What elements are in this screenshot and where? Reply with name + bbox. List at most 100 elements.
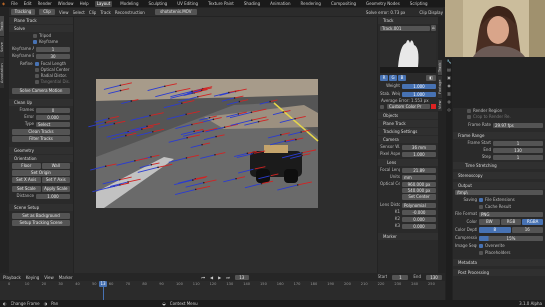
keyframe-checkbox[interactable]: Keyframe: [33, 39, 70, 45]
track-name-field[interactable]: Track.001: [380, 25, 430, 31]
track-marker[interactable]: [223, 126, 226, 128]
focal-length-field[interactable]: 21.89: [402, 167, 436, 173]
track-marker[interactable]: [296, 184, 299, 186]
track-marker[interactable]: [134, 159, 136, 162]
radial-check-icon[interactable]: [34, 74, 39, 78]
file-ext-check-icon[interactable]: [479, 198, 483, 202]
channel-r-button[interactable]: R: [380, 75, 388, 81]
solve-camera-motion-button[interactable]: Solve Camera Motion: [12, 88, 70, 94]
track-marker[interactable]: [282, 111, 285, 113]
track-marker[interactable]: [191, 90, 193, 93]
track-marker[interactable]: [301, 152, 303, 154]
track-marker[interactable]: [260, 182, 263, 185]
custom-color-dropdown[interactable]: Custom Color Pr: [387, 104, 430, 109]
track-marker[interactable]: [127, 181, 129, 183]
pixel-aspect-field[interactable]: 1.000: [402, 151, 436, 157]
set-origin-button[interactable]: Set Origin: [12, 170, 70, 176]
workspace-tab-scripting[interactable]: Scripting: [408, 1, 430, 7]
timeline-menu-view[interactable]: View: [44, 275, 54, 280]
optical-center-y-field[interactable]: 540.000 px: [402, 188, 436, 193]
track-marker[interactable]: [113, 122, 116, 125]
track-marker[interactable]: [104, 121, 107, 124]
track-marker[interactable]: [202, 130, 204, 133]
file-extensions-checkbox[interactable]: File Extensions: [479, 197, 515, 203]
keyframe-b-field[interactable]: 30: [36, 53, 70, 59]
overwrite-checkbox[interactable]: Overwrite: [479, 243, 505, 249]
tracking-settings-section[interactable]: Tracking Settings: [378, 128, 438, 135]
tab-track[interactable]: Track: [0, 16, 4, 36]
time-stretching-section[interactable]: Time Stretching: [453, 162, 545, 169]
units-dropdown[interactable]: mm: [402, 174, 436, 180]
track-marker[interactable]: [269, 100, 271, 103]
track-marker[interactable]: [280, 133, 282, 136]
track-marker[interactable]: [125, 134, 127, 137]
workspace-tab-modeling[interactable]: Modeling: [118, 1, 140, 7]
stab-weight-slider[interactable]: 1.000: [402, 91, 436, 97]
menu-help[interactable]: Help: [80, 1, 89, 6]
distance-field[interactable]: 1.000: [36, 193, 70, 199]
lock-icon[interactable]: ⌂: [431, 25, 436, 31]
track-marker[interactable]: [130, 100, 133, 102]
orientation-section[interactable]: Orientation: [9, 155, 73, 162]
apply-scale-button[interactable]: Apply Scale: [41, 186, 70, 192]
keyframe-check-icon[interactable]: [33, 40, 37, 44]
set-x-axis-button[interactable]: Set X Axis: [12, 177, 41, 183]
track-marker[interactable]: [295, 138, 297, 141]
timeline-menu-keying[interactable]: Keying: [26, 275, 39, 280]
metadata-section[interactable]: Metadata: [453, 259, 545, 266]
objects-section[interactable]: Objects: [378, 112, 438, 119]
track-marker[interactable]: [150, 156, 152, 158]
tab-view[interactable]: View: [438, 99, 442, 111]
track-marker[interactable]: [235, 177, 237, 180]
color-rgba-button[interactable]: RGBA: [522, 219, 544, 225]
clip-display-popover[interactable]: Clip Display: [419, 10, 443, 15]
frame-end-field[interactable]: 130: [493, 147, 543, 153]
start-frame-field[interactable]: 1: [392, 274, 409, 280]
timeline-menu-playback[interactable]: Playback: [3, 275, 21, 280]
placeholders-check-icon[interactable]: [479, 251, 483, 255]
set-y-axis-button[interactable]: Set Y Axis: [41, 177, 70, 183]
menu-file[interactable]: File: [11, 1, 18, 6]
track-marker[interactable]: [185, 157, 188, 159]
file-format-dropdown[interactable]: PNG: [479, 211, 543, 217]
type-dropdown[interactable]: Select: [36, 121, 70, 127]
workspace-tab-shading[interactable]: Shading: [242, 1, 262, 7]
track-marker[interactable]: [246, 152, 249, 155]
menu-window[interactable]: Window: [58, 1, 74, 6]
timeline-menu-marker[interactable]: Marker: [59, 275, 73, 280]
k3-field[interactable]: 0.000: [402, 223, 436, 229]
track-marker[interactable]: [191, 123, 193, 126]
tab-solve[interactable]: Solve: [0, 37, 4, 57]
track-marker[interactable]: [294, 117, 296, 120]
workspace-tab-layout[interactable]: Layout: [94, 0, 113, 7]
track-marker[interactable]: [118, 178, 121, 181]
frame-start-field[interactable]: 1: [493, 140, 543, 146]
frames-field[interactable]: 0: [36, 107, 70, 113]
compression-slider[interactable]: 15%: [479, 235, 543, 241]
color-swatch[interactable]: [431, 104, 436, 109]
header-menu-reconstruction[interactable]: Reconstruction: [115, 10, 145, 15]
track-marker[interactable]: [300, 131, 302, 133]
floor-button[interactable]: Floor: [12, 163, 41, 169]
optical-check-icon[interactable]: [34, 68, 39, 72]
header-menu-track[interactable]: Track: [100, 10, 110, 15]
track-marker[interactable]: [212, 118, 215, 121]
mask-toggle-button[interactable]: ◧: [426, 75, 436, 81]
menu-edit[interactable]: Edit: [24, 1, 32, 6]
post-processing-section[interactable]: Post Processing: [453, 269, 545, 276]
focal-check-icon[interactable]: [34, 62, 39, 66]
track-marker[interactable]: [269, 174, 271, 177]
keyframe-a-field[interactable]: 1: [36, 46, 70, 52]
view-mode-dropdown[interactable]: Clip: [39, 9, 55, 15]
track-marker[interactable]: [250, 111, 253, 114]
workspace-tab-sculpting[interactable]: Sculpting: [147, 1, 170, 7]
track-marker[interactable]: [208, 116, 211, 119]
track-marker[interactable]: [228, 91, 230, 94]
overwrite-check-icon[interactable]: [479, 244, 483, 248]
track-marker[interactable]: [237, 113, 240, 115]
track-marker[interactable]: [193, 130, 195, 133]
frame-range-section[interactable]: Frame Range: [453, 132, 545, 139]
output-path-field[interactable]: /tmp\: [455, 190, 543, 195]
wall-button[interactable]: Wall: [41, 163, 70, 169]
track-marker[interactable]: [233, 97, 236, 99]
